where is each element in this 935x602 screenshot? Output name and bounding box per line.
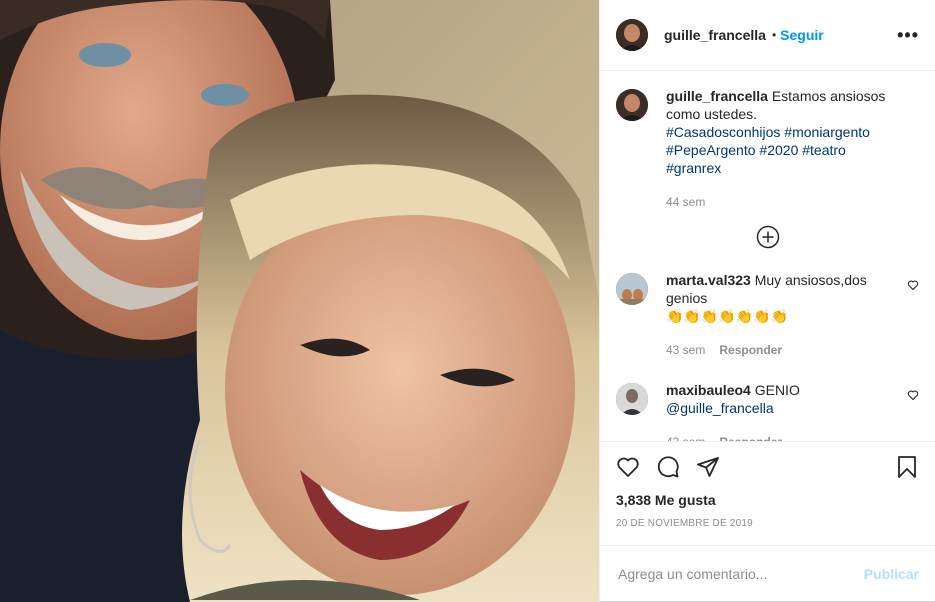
load-more — [616, 225, 919, 249]
reply-button[interactable]: Responder — [719, 341, 782, 359]
instagram-post: guille_francella • Seguir ••• guille_fra… — [0, 0, 935, 602]
hashtag[interactable]: #moniargento — [784, 124, 870, 140]
hashtag[interactable]: #PepeArgento — [666, 142, 756, 158]
reply-button[interactable]: Responder — [719, 433, 782, 441]
comment-meta: 43 sem Responder — [666, 433, 901, 441]
caption-username[interactable]: guille_francella — [666, 88, 768, 104]
post-actions: 3,838 Me gusta 20 DE NOVIEMBRE DE 2019 — [600, 441, 935, 545]
comment-icon[interactable] — [656, 455, 680, 479]
commenter-avatar[interactable] — [616, 273, 648, 305]
comment-item: maxibauleo4 GENIO @guille_francella 43 s… — [616, 381, 919, 441]
separator-dot: • — [771, 28, 777, 42]
hashtag[interactable]: #granrex — [666, 160, 721, 176]
selfie-photo — [0, 0, 599, 602]
follow-button[interactable]: Seguir — [780, 27, 824, 43]
post-sidebar: guille_francella • Seguir ••• guille_fra… — [599, 0, 935, 602]
mention-link[interactable]: @guille_francella — [666, 400, 774, 416]
post-date: 20 DE NOVIEMBRE DE 2019 — [616, 518, 753, 529]
heart-icon[interactable] — [907, 279, 919, 291]
add-comment-bar: Publicar — [600, 545, 935, 601]
comment-body: marta.val323 Muy ansiosos,dos genios 👏👏👏… — [666, 271, 901, 359]
comment-body: maxibauleo4 GENIO @guille_francella 43 s… — [666, 381, 901, 441]
post-header: guille_francella • Seguir ••• — [600, 0, 935, 71]
plus-circle-icon[interactable] — [756, 225, 780, 249]
clap-emoji: 👏👏👏👏👏👏👏 — [666, 308, 789, 324]
likes-count[interactable]: 3,838 Me gusta — [616, 492, 919, 508]
comment-username[interactable]: marta.val323 — [666, 272, 751, 288]
author-avatar[interactable] — [616, 89, 648, 121]
post-photo[interactable] — [0, 0, 599, 602]
caption-body: guille_francella Estamos ansiosos como u… — [666, 87, 919, 211]
commenter-avatar[interactable] — [616, 383, 648, 415]
heart-icon[interactable] — [907, 389, 919, 401]
comment-meta: 43 sem Responder — [666, 341, 901, 359]
comment-text: GENIO — [754, 382, 800, 398]
action-icons — [616, 452, 919, 482]
comment-username[interactable]: maxibauleo4 — [666, 382, 751, 398]
publish-button[interactable]: Publicar — [864, 566, 919, 582]
author-username[interactable]: guille_francella — [664, 27, 766, 43]
comment-time: 43 sem — [666, 343, 706, 357]
comment-time: 43 sem — [666, 433, 705, 441]
hashtag[interactable]: #teatro — [802, 142, 846, 158]
heart-icon[interactable] — [616, 455, 640, 479]
share-icon[interactable] — [696, 455, 720, 479]
more-options-icon[interactable]: ••• — [897, 25, 919, 46]
hashtag[interactable]: #Casadosconhijos — [666, 124, 780, 140]
author-avatar[interactable] — [616, 19, 648, 51]
comment-item: marta.val323 Muy ansiosos,dos genios 👏👏👏… — [616, 271, 919, 359]
comments-section: guille_francella Estamos ansiosos como u… — [600, 71, 935, 441]
caption-time: 44 sem — [666, 195, 706, 209]
bookmark-icon[interactable] — [895, 455, 919, 479]
hashtag[interactable]: #2020 — [759, 142, 798, 158]
caption-meta: 44 sem — [666, 193, 919, 211]
caption: guille_francella Estamos ansiosos como u… — [616, 87, 919, 211]
comment-input[interactable] — [616, 564, 864, 583]
